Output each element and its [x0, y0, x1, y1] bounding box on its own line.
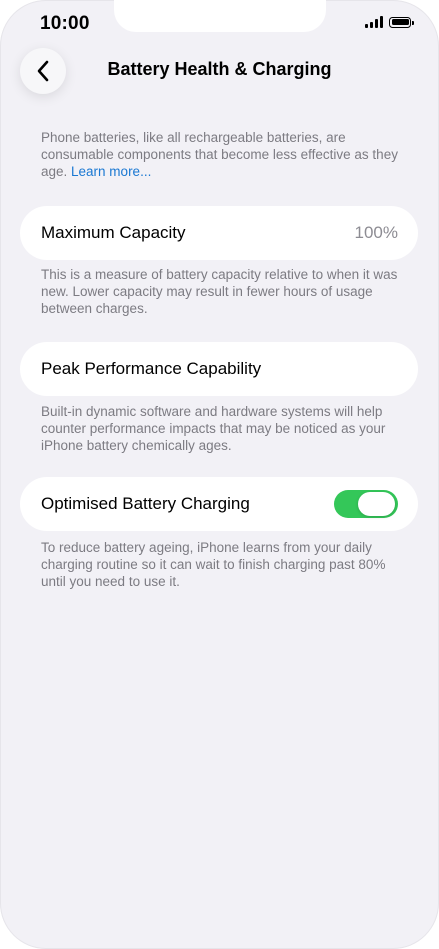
maximum-capacity-label: Maximum Capacity	[41, 223, 186, 242]
learn-more-link[interactable]: Learn more...	[71, 164, 151, 179]
maximum-capacity-value: 100%	[354, 223, 398, 242]
cellular-signal-icon	[365, 16, 383, 28]
maximum-capacity-footnote: This is a measure of battery capacity re…	[41, 267, 398, 316]
status-icons	[365, 16, 414, 28]
peak-performance-footnote: Built-in dynamic software and hardware s…	[41, 404, 386, 453]
optimised-charging-toggle[interactable]	[334, 490, 398, 518]
peak-performance-row: Peak Performance Capability	[20, 342, 418, 396]
intro-text: Phone batteries, like all rechargeable b…	[41, 129, 403, 180]
peak-performance-label: Peak Performance Capability	[41, 359, 262, 378]
battery-icon	[389, 16, 414, 28]
toggle-knob	[358, 492, 395, 516]
optimised-charging-footnote: To reduce battery ageing, iPhone learns …	[41, 540, 386, 589]
optimised-charging-label: Optimised Battery Charging	[41, 494, 250, 513]
optimised-charging-row: Optimised Battery Charging	[20, 477, 418, 531]
maximum-capacity-row: Maximum Capacity 100%	[20, 206, 418, 260]
page-title: Battery Health & Charging	[107, 59, 332, 79]
phone-screen: 10:00 Battery Health & Charging Phone ba…	[0, 0, 439, 949]
notch	[114, 0, 326, 32]
status-time: 10:00	[40, 13, 90, 34]
